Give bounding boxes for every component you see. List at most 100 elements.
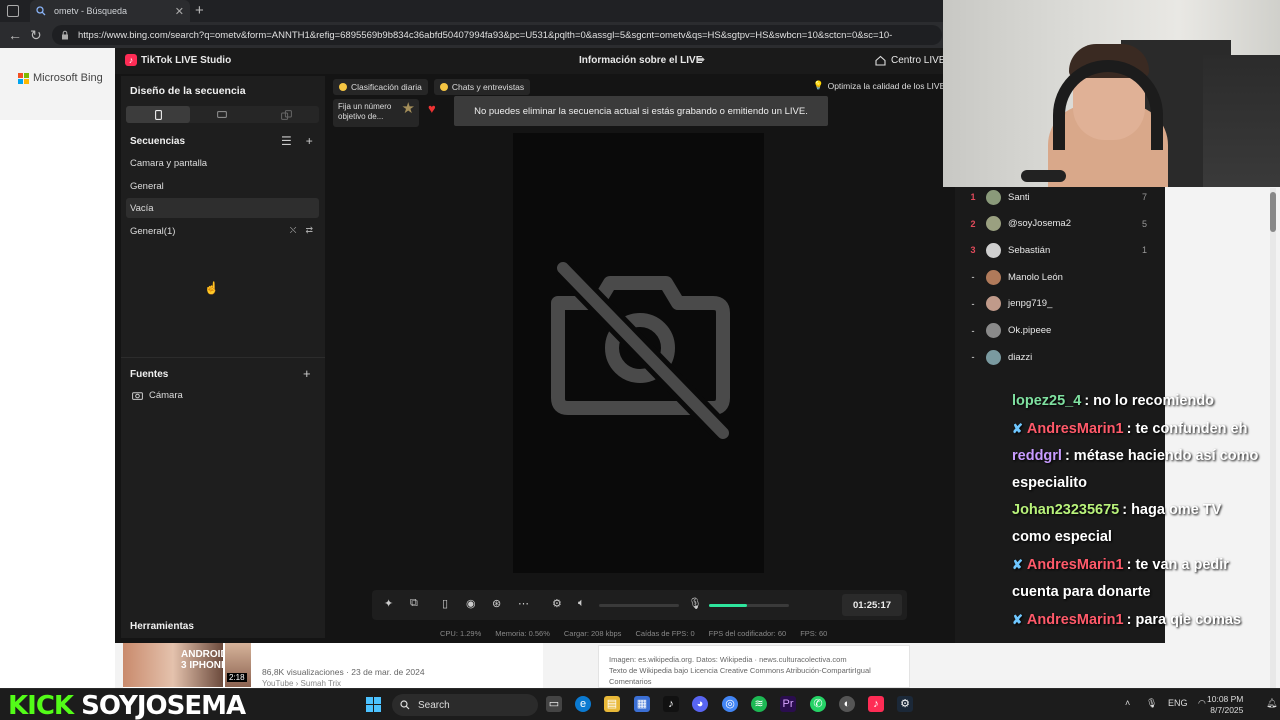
chat-username: AndresMarin1	[1026, 612, 1124, 628]
whatsapp-icon[interactable]: ✆	[810, 696, 826, 712]
stream-preview	[513, 133, 764, 573]
settings-sliders-icon[interactable]: ⚙	[552, 597, 562, 610]
add-scene-button[interactable]: +	[306, 134, 313, 148]
file-explorer-icon[interactable]: ▤	[604, 696, 620, 712]
portrait-mode-button[interactable]	[126, 106, 191, 123]
chat-text: : métase haciendo así como	[1064, 448, 1259, 464]
chats-chip[interactable]: Chats y entrevistas	[433, 79, 531, 95]
url-field[interactable]: https://www.bing.com/search?q=ometv&form…	[52, 25, 942, 45]
edge-icon[interactable]: e	[575, 696, 591, 712]
video-source[interactable]: YouTube › Sumah Trix	[262, 679, 341, 688]
source-line[interactable]: Comentarios	[609, 676, 899, 687]
steam-icon[interactable]: ⚙	[897, 696, 913, 712]
store-icon[interactable]: ▦	[634, 696, 650, 712]
scene-item-active[interactable]: Vacía	[126, 198, 319, 218]
close-tab-icon[interactable]: ✕	[175, 5, 184, 18]
add-source-button[interactable]: +	[303, 366, 311, 381]
app-icon[interactable]: ◐	[839, 696, 855, 712]
reload-icon[interactable]: ↻	[30, 27, 42, 44]
live-center-button[interactable]: Centro LIVE	[875, 55, 945, 66]
scene-item[interactable]: General	[126, 176, 319, 196]
new-tab-button[interactable]: +	[195, 2, 204, 19]
hide-scene-icon[interactable]: ⛌	[290, 225, 297, 236]
spotify-icon[interactable]: ≋	[751, 696, 767, 712]
live-info-title[interactable]: Información sobre el LIVE	[579, 55, 702, 66]
premiere-icon[interactable]: Pr	[780, 696, 796, 712]
chevron-up-icon[interactable]: ˄	[1125, 698, 1130, 708]
notifications-icon[interactable]: 🔔︎	[1266, 698, 1277, 709]
microphone-icon[interactable]: 🎙︎	[688, 597, 702, 610]
dual-mode-button[interactable]	[255, 106, 319, 123]
speaker-icon[interactable]: 🔈︎	[578, 597, 585, 610]
source-item-camera[interactable]: Cámara	[132, 390, 183, 401]
lock-icon	[62, 30, 68, 40]
kick-logo-text: KICK	[8, 691, 74, 720]
page-scrollbar[interactable]	[1270, 188, 1276, 688]
live-effects-icon[interactable]: ⊛	[492, 597, 501, 610]
tiktok-icon[interactable]: ♪	[663, 696, 679, 712]
language-indicator[interactable]: ENG	[1168, 698, 1188, 708]
task-view-icon[interactable]: ▭	[546, 696, 562, 712]
bing-logo[interactable]: Microsoft Bing	[18, 72, 103, 84]
chat-text: como especial	[1012, 529, 1112, 545]
bing-page-left	[0, 120, 115, 690]
mic-volume-slider[interactable]	[709, 604, 789, 607]
chat-text: especialito	[1012, 475, 1087, 491]
scene-item[interactable]: Camara y pantalla	[126, 153, 319, 173]
more-icon[interactable]: ⋯	[518, 597, 529, 610]
scene-item-label: General(1)	[130, 225, 176, 237]
optimize-quality-link[interactable]: 💡 Optimiza la calidad de los LIVE	[813, 80, 945, 91]
list-icon[interactable]: ☰	[281, 134, 292, 148]
wifi-icon[interactable]: ◠	[1198, 698, 1206, 709]
volume-slider[interactable]	[599, 604, 679, 607]
leaderboard-row[interactable]: - jenpg719_	[960, 294, 1164, 314]
avatar	[986, 296, 1001, 312]
leaderboard-row[interactable]: 2 @soyJosema2 5	[960, 214, 1164, 234]
windows-start-icon[interactable]	[366, 697, 381, 712]
leaderboard-row[interactable]: 1 Santi 7	[960, 187, 1164, 207]
magic-wand-icon[interactable]: ✦	[384, 597, 393, 610]
share-icon[interactable]: ➦	[696, 53, 705, 66]
record-icon[interactable]: ◉	[466, 597, 476, 610]
leaderboard-rank: -	[971, 272, 975, 283]
gifter-leaderboard: 1 Santi 7 2 @soyJosema2 5 3 Sebastián 1 - Manolo L…	[960, 187, 1164, 367]
source-line[interactable]: Imagen: es.wikipedia.org. Datos: Wikiped…	[609, 654, 899, 665]
leaderboard-name: jenpg719_	[1008, 298, 1053, 310]
microsoft-logo-icon	[18, 72, 29, 84]
scrollbar-thumb[interactable]	[1270, 192, 1276, 232]
chat-message: cuenta para donarte	[1012, 579, 1280, 606]
leaderboard-row[interactable]: - diazzi	[960, 347, 1164, 367]
phone-icon[interactable]: ▯	[442, 597, 448, 610]
goal-widget[interactable]: Fija un número objetivo de... ★	[333, 99, 419, 127]
browser-tab[interactable]: ometv - Búsqueda ✕	[30, 0, 190, 22]
chat-username: AndresMarin1	[1026, 421, 1124, 437]
landscape-mode-button[interactable]	[190, 106, 254, 123]
video-thumbnail[interactable]: ANDROID 3 IPHONE	[123, 643, 228, 687]
back-icon[interactable]: ←	[8, 27, 22, 43]
tools-title[interactable]: Herramientas	[130, 621, 194, 632]
source-line[interactable]: Texto de Wikipedia bajo Licencia Creativ…	[609, 665, 899, 676]
swap-scene-icon[interactable]: ⇄	[305, 225, 313, 236]
tab-actions-icon[interactable]	[7, 5, 19, 17]
microphone-tray-icon[interactable]: 🎙︎	[1146, 698, 1157, 709]
video-result[interactable]: ANDROID 3 IPHONE 2:18 86,8K visualizacio…	[123, 641, 543, 688]
knowledge-source-box: Imagen: es.wikipedia.org. Datos: Wikiped…	[598, 645, 910, 688]
system-clock[interactable]: 10:08 PM 8/7/2025	[1207, 694, 1243, 716]
heart-icon[interactable]: ♥	[428, 101, 436, 116]
mic-volume-fill	[709, 604, 748, 607]
daily-ranking-chip[interactable]: Clasificación diaria	[333, 79, 428, 95]
leaderboard-row[interactable]: - Ok.pipeee	[960, 321, 1164, 341]
chrome-icon[interactable]: ◎	[722, 696, 738, 712]
avatar	[986, 323, 1001, 338]
layout-title: Diseño de la secuencia	[130, 85, 246, 97]
discord-icon[interactable]: ◕	[692, 696, 708, 712]
add-source-icon[interactable]: ⧉	[410, 597, 418, 610]
leaderboard-row[interactable]: - Manolo León	[960, 267, 1164, 287]
scenes-title: Secuencias	[130, 136, 186, 147]
leaderboard-row[interactable]: 3 Sebastián 1	[960, 240, 1164, 260]
moderator-sword-icon: ✘	[1012, 421, 1023, 436]
scene-item-hovered[interactable]: General(1) ⛌ ⇄	[126, 221, 319, 241]
taskbar-search[interactable]: Search	[392, 694, 538, 716]
tiktok-live-studio-icon[interactable]: ♪	[868, 696, 884, 712]
chat-username: lopez25_4	[1012, 393, 1082, 409]
